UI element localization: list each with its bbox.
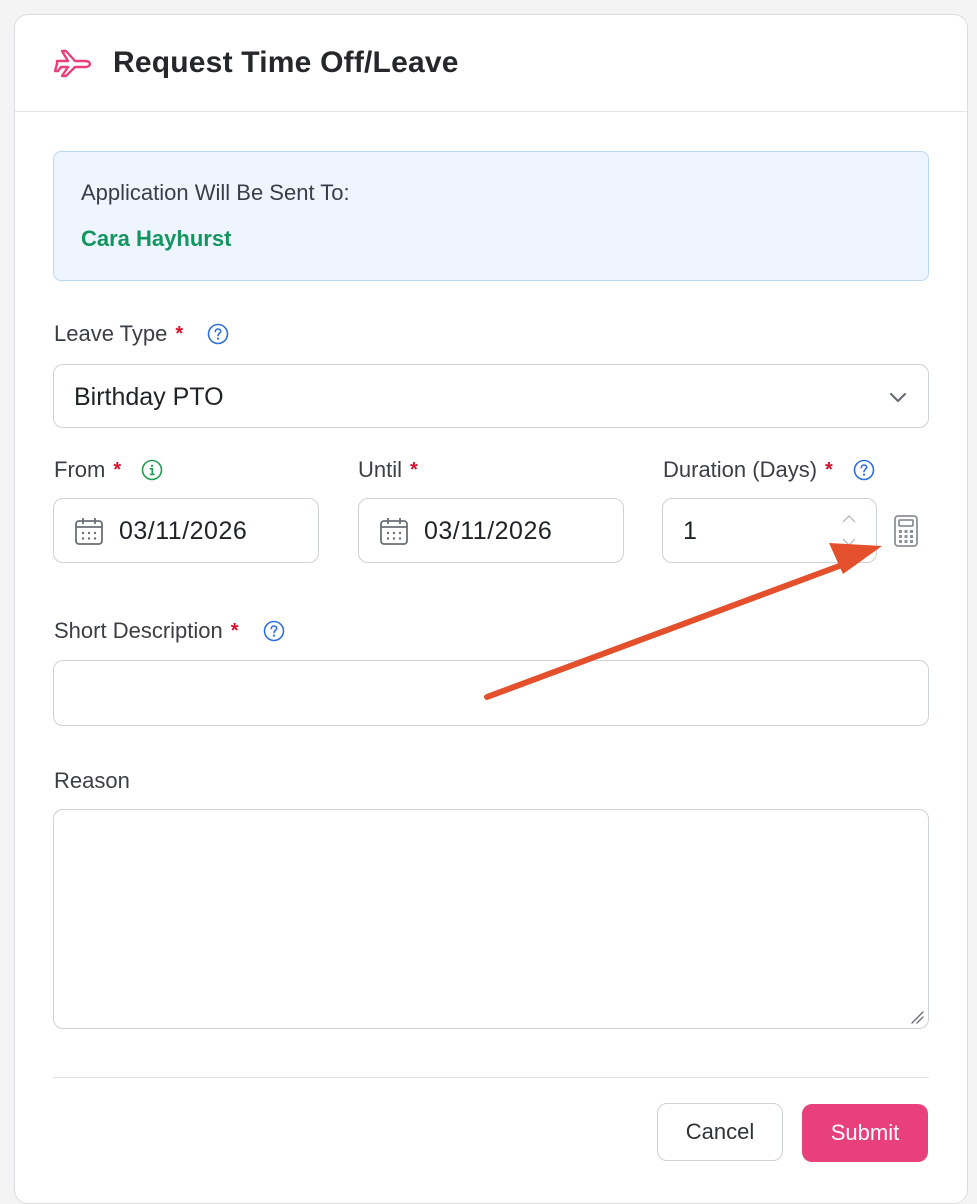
footer-divider: [53, 1077, 929, 1078]
short-description-label: Short Description: [54, 618, 223, 643]
leave-type-label: Leave Type: [54, 321, 168, 346]
from-label-row: From *: [54, 457, 163, 483]
help-icon[interactable]: [207, 323, 229, 345]
submit-button[interactable]: Submit: [802, 1104, 928, 1162]
reason-label-row: Reason: [54, 768, 130, 794]
leave-type-label-row: Leave Type *: [54, 321, 229, 347]
recipient-panel: Application Will Be Sent To: Cara Hayhur…: [53, 151, 929, 281]
plane-icon: [53, 43, 93, 83]
page-title: Request Time Off/Leave: [113, 46, 459, 79]
from-label: From: [54, 457, 106, 482]
until-label: Until: [358, 457, 403, 482]
required-marker: *: [113, 458, 122, 481]
until-label-row: Until *: [358, 457, 418, 483]
chevron-down-icon: [888, 387, 908, 407]
help-icon[interactable]: [263, 620, 285, 642]
required-marker: *: [175, 322, 184, 345]
calculator-icon[interactable]: [893, 514, 919, 548]
required-marker: *: [825, 458, 833, 481]
reason-label: Reason: [54, 768, 130, 793]
help-icon[interactable]: [853, 459, 875, 481]
required-marker: *: [410, 458, 418, 481]
duration-label: Duration (Days): [663, 457, 818, 482]
card-header: Request Time Off/Leave: [15, 15, 967, 112]
from-date-input[interactable]: 03/11/2026: [53, 498, 319, 563]
duration-number-input[interactable]: 1: [662, 498, 877, 563]
decrement-arrow-icon[interactable]: [840, 535, 858, 549]
calendar-icon: [74, 516, 104, 546]
until-date-input[interactable]: 03/11/2026: [358, 498, 624, 563]
duration-value: 1: [683, 517, 697, 545]
from-date-value: 03/11/2026: [119, 517, 248, 545]
calendar-icon: [379, 516, 409, 546]
recipient-name: Cara Hayhurst: [81, 226, 232, 251]
info-icon[interactable]: [141, 459, 163, 481]
duration-label-row: Duration (Days) *: [663, 457, 875, 483]
until-date-value: 03/11/2026: [424, 517, 553, 545]
resize-handle-icon[interactable]: [910, 1010, 924, 1024]
cancel-button[interactable]: Cancel: [657, 1103, 783, 1161]
required-marker: *: [230, 619, 239, 642]
leave-type-value: Birthday PTO: [74, 383, 224, 411]
reason-textarea[interactable]: [53, 809, 929, 1029]
leave-type-select[interactable]: Birthday PTO: [53, 364, 929, 428]
recipient-label: Application Will Be Sent To:: [81, 180, 350, 205]
short-description-input[interactable]: [53, 660, 929, 726]
short-description-label-row: Short Description *: [54, 618, 285, 644]
leave-request-card: Request Time Off/Leave Application Will …: [14, 14, 968, 1204]
increment-arrow-icon[interactable]: [840, 512, 858, 526]
